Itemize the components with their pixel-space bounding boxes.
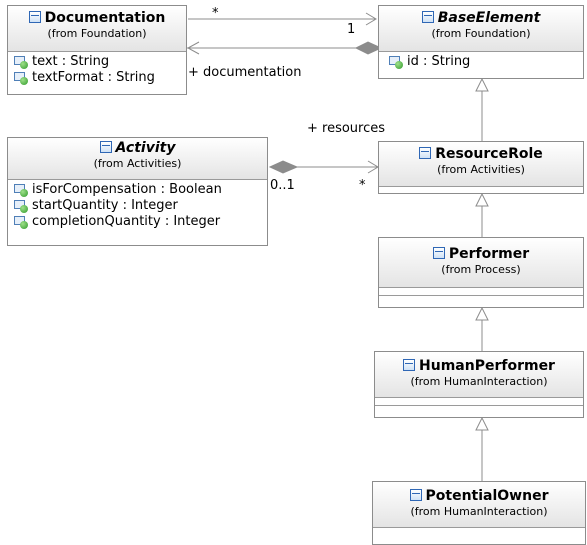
- class-activity[interactable]: Activity (from Activities) isForCompensa…: [7, 137, 268, 246]
- class-name: Activity: [8, 138, 267, 157]
- class-name: Documentation: [8, 6, 186, 27]
- class-name-text: Activity: [115, 140, 176, 156]
- documentation-source-multiplicity: *: [212, 6, 219, 21]
- attribute-row[interactable]: completionQuantity : Integer: [14, 214, 267, 230]
- class-header: Performer (from Process): [379, 238, 583, 288]
- class-icon: [409, 489, 422, 501]
- class-attribute-section: [379, 288, 583, 296]
- class-icon: [99, 141, 112, 153]
- class-name-text: HumanPerformer: [419, 358, 555, 374]
- class-name-text: BaseElement: [437, 10, 541, 26]
- class-name: ResourceRole: [379, 142, 583, 163]
- resourcerole-generalization-arrowhead: [475, 77, 489, 92]
- attribute-list: id : String: [379, 52, 583, 70]
- attribute-icon: [14, 216, 28, 229]
- attribute-row[interactable]: textFormat : String: [14, 70, 186, 86]
- resources-source-multiplicity: 0..1: [270, 178, 295, 193]
- class-icon: [403, 359, 416, 371]
- class-name: HumanPerformer: [375, 352, 583, 375]
- attribute-text: text : String: [32, 54, 110, 69]
- class-header: Documentation (from Foundation): [8, 6, 186, 52]
- attribute-text: isForCompensation : Boolean: [32, 182, 222, 197]
- class-name-text: ResourceRole: [435, 146, 543, 162]
- attribute-text: textFormat : String: [32, 70, 155, 85]
- attribute-icon: [14, 184, 28, 197]
- resources-target-multiplicity: *: [359, 178, 366, 193]
- class-name: Performer: [379, 238, 583, 263]
- class-package: (from Foundation): [431, 27, 531, 40]
- class-header: BaseElement (from Foundation): [379, 6, 583, 52]
- class-resourcerole[interactable]: ResourceRole (from Activities): [378, 141, 584, 194]
- class-humanperformer[interactable]: HumanPerformer (from HumanInteraction): [374, 351, 584, 418]
- class-icon: [421, 11, 434, 23]
- class-documentation[interactable]: Documentation (from Foundation) text : S…: [7, 5, 187, 95]
- attribute-icon: [389, 56, 403, 69]
- class-name-text: PotentialOwner: [425, 488, 549, 504]
- class-attribute-section: [375, 398, 583, 406]
- class-header: Activity (from Activities): [8, 138, 267, 180]
- class-icon: [419, 147, 432, 159]
- class-package: (from Foundation): [47, 27, 147, 40]
- class-package: (from HumanInteraction): [410, 505, 548, 518]
- class-header: HumanPerformer (from HumanInteraction): [375, 352, 583, 398]
- attribute-row[interactable]: id : String: [389, 54, 583, 70]
- class-package: (from Activities): [93, 157, 182, 170]
- attribute-text: completionQuantity : Integer: [32, 214, 221, 229]
- class-name: PotentialOwner: [373, 482, 585, 505]
- class-header: ResourceRole (from Activities): [379, 142, 583, 187]
- class-name-text: Documentation: [44, 10, 166, 26]
- attribute-row[interactable]: isForCompensation : Boolean: [14, 182, 267, 198]
- class-name-text: Performer: [448, 246, 530, 262]
- class-baseelement[interactable]: BaseElement (from Foundation) id : Strin…: [378, 5, 584, 79]
- class-package: (from Activities): [437, 163, 525, 176]
- attribute-icon: [14, 200, 28, 213]
- class-name: BaseElement: [379, 6, 583, 27]
- class-performer[interactable]: Performer (from Process): [378, 237, 584, 308]
- resources-role-label: + resources: [307, 121, 386, 136]
- attribute-icon: [14, 56, 28, 69]
- class-potentialowner[interactable]: PotentialOwner (from HumanInteraction): [372, 481, 586, 545]
- attribute-list: text : String textFormat : String: [8, 52, 186, 86]
- attribute-text: id : String: [407, 54, 471, 69]
- documentation-role-label: + documentation: [188, 65, 302, 80]
- potentialowner-generalization-arrowhead: [475, 416, 489, 431]
- attribute-row[interactable]: startQuantity : Integer: [14, 198, 267, 214]
- class-icon: [28, 11, 41, 23]
- attribute-icon: [14, 72, 28, 85]
- resources-composition-diamond: [268, 160, 299, 174]
- class-icon: [432, 247, 445, 259]
- humanperformer-generalization-arrowhead: [475, 306, 489, 321]
- class-header: PotentialOwner (from HumanInteraction): [373, 482, 585, 528]
- performer-generalization-arrowhead: [475, 192, 489, 207]
- class-package: (from HumanInteraction): [410, 375, 548, 388]
- attribute-row[interactable]: text : String: [14, 54, 186, 70]
- documentation-target-multiplicity: 1: [347, 22, 356, 37]
- attribute-text: startQuantity : Integer: [32, 198, 178, 213]
- class-package: (from Process): [441, 263, 521, 276]
- attribute-list: isForCompensation : Boolean startQuantit…: [8, 180, 267, 230]
